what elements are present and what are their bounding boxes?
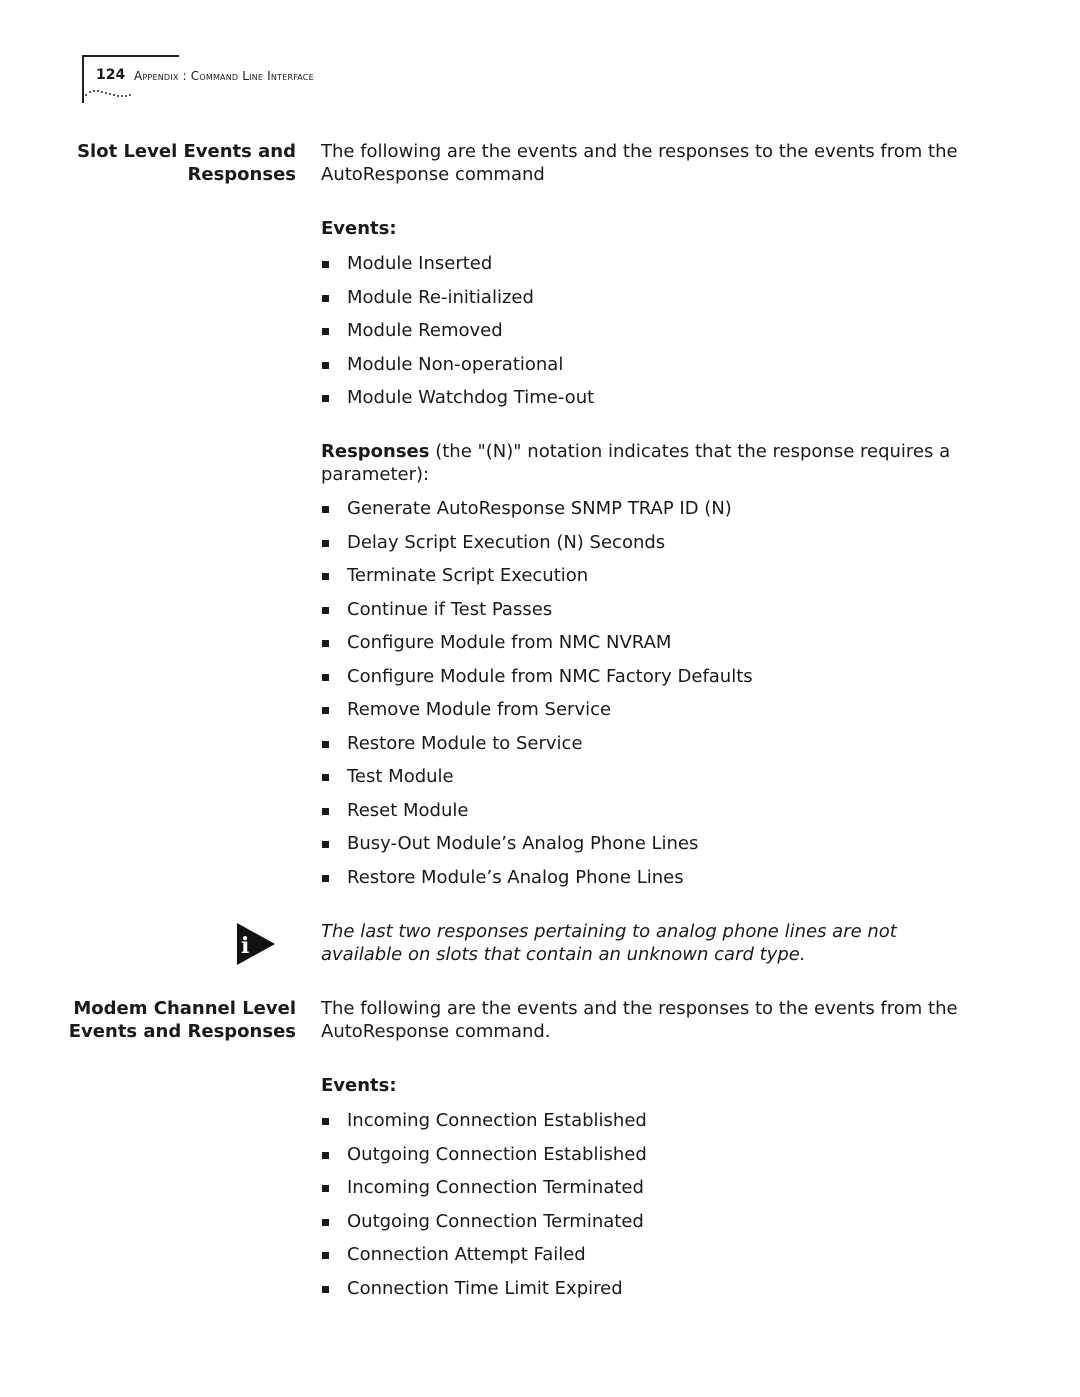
list-item: Remove Module from Service	[321, 698, 753, 732]
section-heading-line: Events and Responses	[68, 1021, 296, 1042]
bullet-icon	[322, 361, 329, 369]
list-item: Incoming Connection Established	[321, 1109, 647, 1143]
list-item-text: Module Re-initialized	[347, 286, 534, 308]
bullet-icon	[322, 874, 329, 882]
list-item: Restore Module’s Analog Phone Lines	[321, 866, 753, 900]
bullet-icon	[322, 740, 329, 748]
list-item: Module Non-operational	[321, 353, 594, 387]
section-heading-line: Responses	[187, 164, 296, 185]
list-item-text: Test Module	[347, 766, 454, 787]
list-item-text: Module Removed	[347, 320, 503, 341]
section-heading-slot-level: Slot Level Events and Responses	[40, 140, 296, 186]
running-head: Appendix : Command Line Interface	[134, 69, 314, 83]
list-item: Module Removed	[321, 319, 594, 353]
bullet-icon	[322, 395, 329, 402]
bullet-icon	[322, 1118, 329, 1125]
list-item: Terminate Script Execution	[321, 564, 753, 598]
list-item: Module Watchdog Time-out	[321, 386, 594, 420]
section-intro: The following are the events and the res…	[321, 141, 958, 185]
events-label: Events:	[321, 1075, 397, 1096]
bullet-icon	[322, 606, 329, 614]
list-item: Outgoing Connection Terminated	[321, 1210, 647, 1244]
list-item-text: Module Non-operational	[347, 353, 564, 375]
list-item-text: Delay Script Execution (N) Seconds	[347, 531, 666, 553]
bullet-icon	[322, 1252, 329, 1259]
list-item: Reset Module	[321, 799, 753, 833]
list-item-text: Restore Module’s Analog Phone Lines	[347, 866, 684, 888]
header-rule	[82, 55, 179, 57]
section-intro: The following are the events and the res…	[321, 998, 958, 1042]
bullet-icon	[322, 841, 329, 848]
list-item-text: Remove Module from Service	[347, 699, 612, 720]
note-text: The last two responses pertaining to ana…	[321, 921, 897, 965]
list-item: Busy-Out Module’s Analog Phone Lines	[321, 832, 753, 866]
list-item-text: Outgoing Connection Established	[347, 1143, 647, 1165]
list-item: Delay Script Execution (N) Seconds	[321, 531, 753, 565]
list-item-text: Continue if Test Passes	[347, 598, 553, 620]
list-item-text: Reset Module	[347, 799, 469, 821]
list-item-text: Module Inserted	[347, 253, 493, 274]
list-item-text: Terminate Script Execution	[347, 565, 589, 586]
bullet-icon	[322, 707, 329, 714]
list-item: Test Module	[321, 765, 753, 799]
list-item-text: Incoming Connection Established	[347, 1110, 647, 1131]
list-item: Connection Time Limit Expired	[321, 1277, 647, 1311]
bullet-icon	[322, 294, 329, 302]
list-item-text: Configure Module from NMC Factory Defaul…	[347, 665, 753, 687]
list-item-text: Restore Module to Service	[347, 732, 583, 754]
list-item: Module Re-initialized	[321, 286, 594, 320]
responses-intro: Responses (the "(N)" notation indicates …	[321, 440, 961, 486]
list-item-text: Outgoing Connection Terminated	[347, 1210, 644, 1232]
list-item: Module Inserted	[321, 252, 594, 286]
info-icon: i	[237, 923, 275, 965]
list-item: Continue if Test Passes	[321, 598, 753, 632]
list-item: Connection Attempt Failed	[321, 1243, 647, 1277]
list-item-text: Configure Module from NMC NVRAM	[347, 632, 672, 653]
list-item: Incoming Connection Terminated	[321, 1176, 647, 1210]
list-item-text: Connection Attempt Failed	[347, 1244, 586, 1265]
section-heading-line: Slot Level Events and	[77, 141, 296, 162]
list-item: Restore Module to Service	[321, 732, 753, 766]
bullet-icon	[322, 1185, 329, 1192]
modem-events-list: Incoming Connection Established Outgoing …	[321, 1109, 647, 1310]
list-item-text: Busy-Out Module’s Analog Phone Lines	[347, 833, 699, 854]
page-header: 124 Appendix : Command Line Interface	[82, 55, 382, 103]
slot-events-list: Module Inserted Module Re-initialized Modu…	[321, 252, 594, 420]
bullet-icon	[322, 261, 329, 268]
dotted-ornament-icon	[85, 90, 131, 97]
responses-label: Responses	[321, 441, 430, 462]
bullet-icon	[322, 807, 329, 815]
bullet-icon	[322, 573, 329, 580]
events-label: Events:	[321, 218, 397, 239]
svg-text:i: i	[241, 933, 249, 959]
bullet-icon	[322, 1285, 329, 1293]
section-heading-line: Modem Channel Level	[73, 998, 296, 1019]
list-item-text: Connection Time Limit Expired	[347, 1277, 623, 1299]
list-item: Generate AutoResponse SNMP TRAP ID (N)	[321, 497, 753, 531]
bullet-icon	[322, 774, 329, 781]
page-number: 124	[96, 67, 126, 83]
slot-responses-list: Generate AutoResponse SNMP TRAP ID (N) De…	[321, 497, 753, 899]
list-item: Configure Module from NMC Factory Defaul…	[321, 665, 753, 699]
list-item: Outgoing Connection Established	[321, 1143, 647, 1177]
list-item-text: Generate AutoResponse SNMP TRAP ID (N)	[347, 498, 732, 519]
bullet-icon	[322, 328, 329, 335]
section-heading-modem-channel: Modem Channel Level Events and Responses	[40, 997, 296, 1043]
bullet-icon	[322, 506, 329, 513]
bullet-icon	[322, 640, 329, 647]
list-item: Configure Module from NMC NVRAM	[321, 631, 753, 665]
list-item-text: Incoming Connection Terminated	[347, 1177, 644, 1198]
list-item-text: Module Watchdog Time-out	[347, 387, 595, 408]
bullet-icon	[322, 1151, 329, 1159]
bullet-icon	[322, 539, 329, 547]
bullet-icon	[322, 673, 329, 681]
bullet-icon	[322, 1218, 329, 1226]
